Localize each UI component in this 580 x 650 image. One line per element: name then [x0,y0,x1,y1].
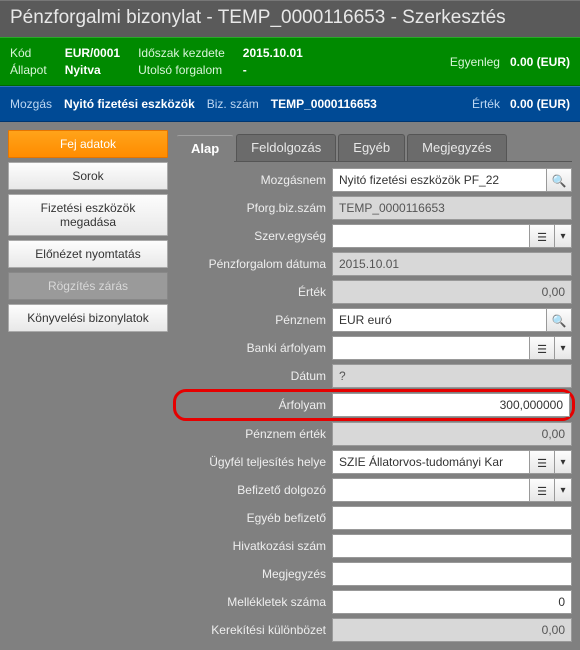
list-icon [537,455,547,470]
search-icon [552,173,567,188]
ugyfel-list-button[interactable] [529,450,555,474]
banki-list-button[interactable] [529,336,555,360]
bizszam-label: Biz. szám [207,97,259,111]
mellekletek-label: Mellékletek száma [176,595,326,609]
tab-feldolgozas[interactable]: Feldolgozás [236,134,336,161]
ertek-form-label: Érték [176,285,326,299]
mozgasnem-field[interactable] [332,168,547,192]
chevron-down-icon [560,485,565,496]
penznem-field[interactable] [332,308,547,332]
sidebar-konyvelesi-bizonylatok[interactable]: Könyvelési bizonylatok [8,304,168,332]
sidebar-elonezet-nyomtatas[interactable]: Előnézet nyomtatás [8,240,168,268]
mozgasnem-label: Mozgásnem [176,173,326,187]
kerekitesi-label: Kerekítési különbözet [176,623,326,637]
mozgas-label: Mozgás [10,97,52,111]
tabs: Alap Feldolgozás Egyéb Megjegyzés [176,134,572,162]
banki-arfolyam-field[interactable] [332,336,530,360]
megjegyzes-field[interactable] [332,562,572,586]
egyeb-befizeto-field[interactable] [332,506,572,530]
list-icon [537,229,547,244]
ugyfel-field[interactable] [332,450,530,474]
hivatkozasi-szam-field[interactable] [332,534,572,558]
mozgas-value: Nyitó fizetési eszközök [64,97,195,111]
befizeto-list-button[interactable] [529,478,555,502]
summary-bar-blue: Mozgás Nyitó fizetési eszközök Biz. szám… [0,86,580,122]
idoszak-label: Időszak kezdete [138,46,225,60]
utolso-label: Utolsó forgalom [138,63,222,77]
pforg-label: Pforg.biz.szám [176,201,326,215]
penznem-label: Pénznem [176,313,326,327]
arfolyam-label: Árfolyam [176,398,326,412]
sidebar-fizetesi-eszkozok[interactable]: Fizetési eszközök megadása [8,194,168,236]
kod-value: EUR/0001 [65,46,120,60]
chevron-down-icon [560,231,565,242]
szerv-label: Szerv.egység [176,229,326,243]
mellekletek-field[interactable] [332,590,572,614]
idoszak-value: 2015.10.01 [243,46,303,60]
datum-field [332,364,572,388]
megjegyzes-label: Megjegyzés [176,567,326,581]
szerv-list-button[interactable] [529,224,555,248]
chevron-down-icon [560,457,565,468]
egyenleg-value: 0.00 (EUR) [510,55,570,69]
tab-egyeb[interactable]: Egyéb [338,134,405,161]
egyeb-befizeto-label: Egyéb befizető [176,511,326,525]
mozgasnem-search-button[interactable] [546,168,572,192]
summary-bar-green: Kód Állapot EUR/0001 Nyitva Időszak kezd… [0,37,580,86]
list-icon [537,341,547,356]
szerv-dropdown-button[interactable] [554,224,572,248]
kod-label: Kód [10,46,31,60]
tab-alap[interactable]: Alap [176,135,234,162]
search-icon [552,313,567,328]
penzforgalom-datum-field [332,252,572,276]
ertek-value: 0.00 (EUR) [510,97,570,111]
egyenleg-label: Egyenleg [450,55,500,69]
ugyfel-dropdown-button[interactable] [554,450,572,474]
sidebar-rogzites-zaras: Rögzítés zárás [8,272,168,300]
penznem-search-button[interactable] [546,308,572,332]
window-title: Pénzforgalmi bizonylat - TEMP_0000116653… [0,0,580,37]
befizeto-dropdown-button[interactable] [554,478,572,502]
tab-megjegyzes[interactable]: Megjegyzés [407,134,506,161]
sidebar-fej-adatok[interactable]: Fej adatok [8,130,168,158]
allapot-label: Állapot [10,63,47,77]
arfolyam-field[interactable] [332,393,570,417]
pforg-field [332,196,572,220]
form: Mozgásnem Pforg.biz.szám Szerv.egység [176,168,572,642]
chevron-down-icon [560,343,565,354]
penznem-ertek-label: Pénznem érték [176,427,326,441]
ugyfel-label: Ügyfél teljesítés helye [176,455,326,469]
penznem-ertek-field [332,422,572,446]
banki-arfolyam-label: Banki árfolyam [176,341,326,355]
hivatkozasi-szam-label: Hivatkozási szám [176,539,326,553]
list-icon [537,483,547,498]
befizeto-label: Befizető dolgozó [176,483,326,497]
ertek-form-field [332,280,572,304]
datum-label: Dátum [176,369,326,383]
sidebar-sorok[interactable]: Sorok [8,162,168,190]
ertek-label: Érték [472,97,500,111]
utolso-value: - [243,63,247,77]
bizszam-value: TEMP_0000116653 [271,97,377,111]
szerv-field[interactable] [332,224,530,248]
befizeto-field[interactable] [332,478,530,502]
banki-dropdown-button[interactable] [554,336,572,360]
allapot-value: Nyitva [65,63,101,77]
penzforgalom-datum-label: Pénzforgalom dátuma [176,257,326,271]
sidebar: Fej adatok Sorok Fizetési eszközök megad… [8,130,168,642]
